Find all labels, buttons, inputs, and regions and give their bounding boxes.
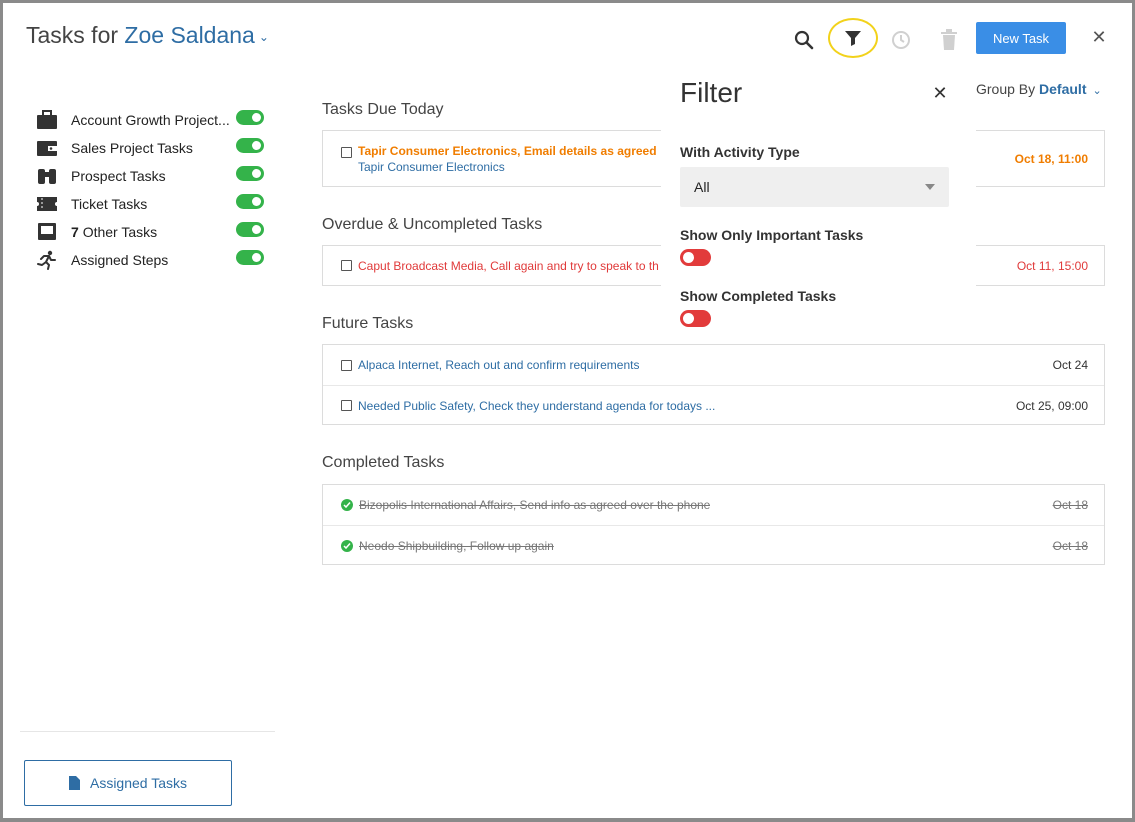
task-title[interactable]: Tapir Consumer Electronics, Email detail… bbox=[358, 144, 657, 158]
wallet-icon bbox=[36, 137, 62, 159]
section-title-overdue: Overdue & Uncompleted Tasks bbox=[322, 216, 543, 233]
assigned-tasks-label: Assigned Tasks bbox=[89, 775, 187, 791]
toggle-switch[interactable] bbox=[236, 138, 264, 153]
task-subtitle[interactable]: Tapir Consumer Electronics bbox=[358, 160, 657, 174]
ticket-icon bbox=[36, 193, 62, 215]
document-icon bbox=[68, 776, 80, 790]
toggle-switch[interactable] bbox=[236, 222, 264, 237]
important-tasks-toggle[interactable] bbox=[680, 249, 711, 266]
other-label: Other Tasks bbox=[82, 224, 158, 240]
sidebar-item-label: Assigned Steps bbox=[71, 252, 169, 268]
task-checkbox[interactable] bbox=[341, 147, 352, 158]
important-tasks-label: Show Only Important Tasks bbox=[680, 227, 864, 243]
running-icon bbox=[36, 249, 62, 271]
binoculars-icon bbox=[36, 165, 62, 187]
close-icon[interactable]: ✕ bbox=[931, 84, 949, 102]
task-list-future: Alpaca Internet, Reach out and confirm r… bbox=[322, 344, 1105, 425]
task-date: Oct 11, 15:00 bbox=[1016, 258, 1088, 273]
filter-button[interactable] bbox=[828, 18, 878, 58]
task-list-completed: Bizopolis International Affairs, Send in… bbox=[322, 484, 1105, 565]
task-title[interactable]: Bizopolis International Affairs, Send in… bbox=[359, 498, 710, 512]
toggle-switch[interactable] bbox=[236, 194, 264, 209]
history-icon[interactable] bbox=[889, 28, 913, 52]
trash-icon[interactable] bbox=[938, 28, 960, 52]
check-circle-icon[interactable] bbox=[341, 499, 353, 511]
completed-tasks-label: Show Completed Tasks bbox=[680, 288, 837, 304]
task-date: Oct 18, 11:00 bbox=[1014, 152, 1088, 166]
activity-type-select[interactable]: All bbox=[680, 167, 949, 207]
activity-type-label: With Activity Type bbox=[680, 144, 800, 160]
dropdown-arrow-icon bbox=[925, 184, 935, 190]
sidebar: Account Growth Project... Sales Project … bbox=[36, 106, 268, 274]
sidebar-item-label: Ticket Tasks bbox=[71, 196, 148, 212]
activity-type-value: All bbox=[694, 179, 710, 195]
page-title: Tasks for Zoe Saldana ⌄ bbox=[26, 22, 269, 49]
task-date: Oct 18 bbox=[1052, 538, 1088, 553]
user-selector[interactable]: Zoe Saldana bbox=[124, 22, 254, 48]
sidebar-item-label: Sales Project Tasks bbox=[71, 140, 193, 156]
check-circle-icon[interactable] bbox=[341, 539, 353, 552]
sidebar-divider bbox=[20, 731, 275, 732]
sidebar-item-other[interactable]: 7 Other Tasks bbox=[36, 218, 268, 246]
sidebar-item-ticket[interactable]: Ticket Tasks bbox=[36, 190, 268, 218]
section-title-due-today: Tasks Due Today bbox=[322, 101, 444, 118]
briefcase-icon bbox=[36, 109, 62, 131]
new-task-button[interactable]: New Task bbox=[976, 22, 1066, 54]
chevron-down-icon: ⌄ bbox=[1092, 85, 1102, 97]
task-title[interactable]: Caput Broadcast Media, Call again and tr… bbox=[358, 259, 659, 273]
task-title[interactable]: Neodo Shipbuilding, Follow up again bbox=[359, 539, 554, 553]
section-title-future: Future Tasks bbox=[322, 315, 414, 332]
filter-panel: Filter ✕ With Activity Type All Show Onl… bbox=[661, 66, 976, 334]
toggle-switch[interactable] bbox=[236, 250, 264, 265]
chevron-down-icon[interactable]: ⌄ bbox=[259, 30, 269, 44]
task-title[interactable]: Alpaca Internet, Reach out and confirm r… bbox=[358, 358, 639, 372]
task-title[interactable]: Needed Public Safety, Check they underst… bbox=[358, 399, 715, 413]
section-title-completed: Completed Tasks bbox=[322, 454, 445, 471]
other-count: 7 bbox=[71, 224, 79, 240]
task-date: Oct 24 bbox=[1052, 358, 1088, 372]
sidebar-item-assigned-steps[interactable]: Assigned Steps bbox=[36, 246, 268, 274]
inbox-icon bbox=[36, 221, 62, 243]
task-row[interactable]: Alpaca Internet, Reach out and confirm r… bbox=[323, 345, 1104, 385]
sidebar-item-sales-project[interactable]: Sales Project Tasks bbox=[36, 134, 268, 162]
task-checkbox[interactable] bbox=[341, 400, 352, 411]
filter-icon bbox=[845, 31, 861, 46]
assigned-tasks-button[interactable]: Assigned Tasks bbox=[24, 760, 232, 806]
close-icon[interactable]: ✕ bbox=[1090, 28, 1108, 46]
task-checkbox[interactable] bbox=[341, 260, 352, 271]
task-checkbox[interactable] bbox=[341, 359, 352, 371]
filter-title: Filter bbox=[680, 77, 743, 108]
groupby-label: Group By bbox=[976, 81, 1036, 97]
task-date: Oct 25, 09:00 bbox=[1015, 398, 1088, 413]
task-row[interactable]: Neodo Shipbuilding, Follow up again Oct … bbox=[323, 525, 1104, 565]
task-row[interactable]: Bizopolis International Affairs, Send in… bbox=[323, 485, 1104, 525]
toggle-switch[interactable] bbox=[236, 166, 264, 181]
title-prefix: Tasks for bbox=[26, 22, 119, 48]
task-date: Oct 18 bbox=[1052, 498, 1088, 512]
group-by-selector[interactable]: Group By Default ⌄ bbox=[976, 81, 1102, 97]
task-row[interactable]: Needed Public Safety, Check they underst… bbox=[323, 385, 1104, 425]
sidebar-item-account-growth[interactable]: Account Growth Project... bbox=[36, 106, 268, 134]
sidebar-item-prospect[interactable]: Prospect Tasks bbox=[36, 162, 268, 190]
sidebar-item-label: Prospect Tasks bbox=[71, 168, 166, 184]
sidebar-item-label: Account Growth Project... bbox=[71, 112, 230, 128]
completed-tasks-toggle[interactable] bbox=[680, 310, 711, 327]
groupby-value: Default bbox=[1039, 81, 1087, 97]
toggle-switch[interactable] bbox=[236, 110, 264, 125]
sidebar-item-label: 7 Other Tasks bbox=[71, 224, 231, 240]
search-icon[interactable] bbox=[792, 28, 816, 52]
